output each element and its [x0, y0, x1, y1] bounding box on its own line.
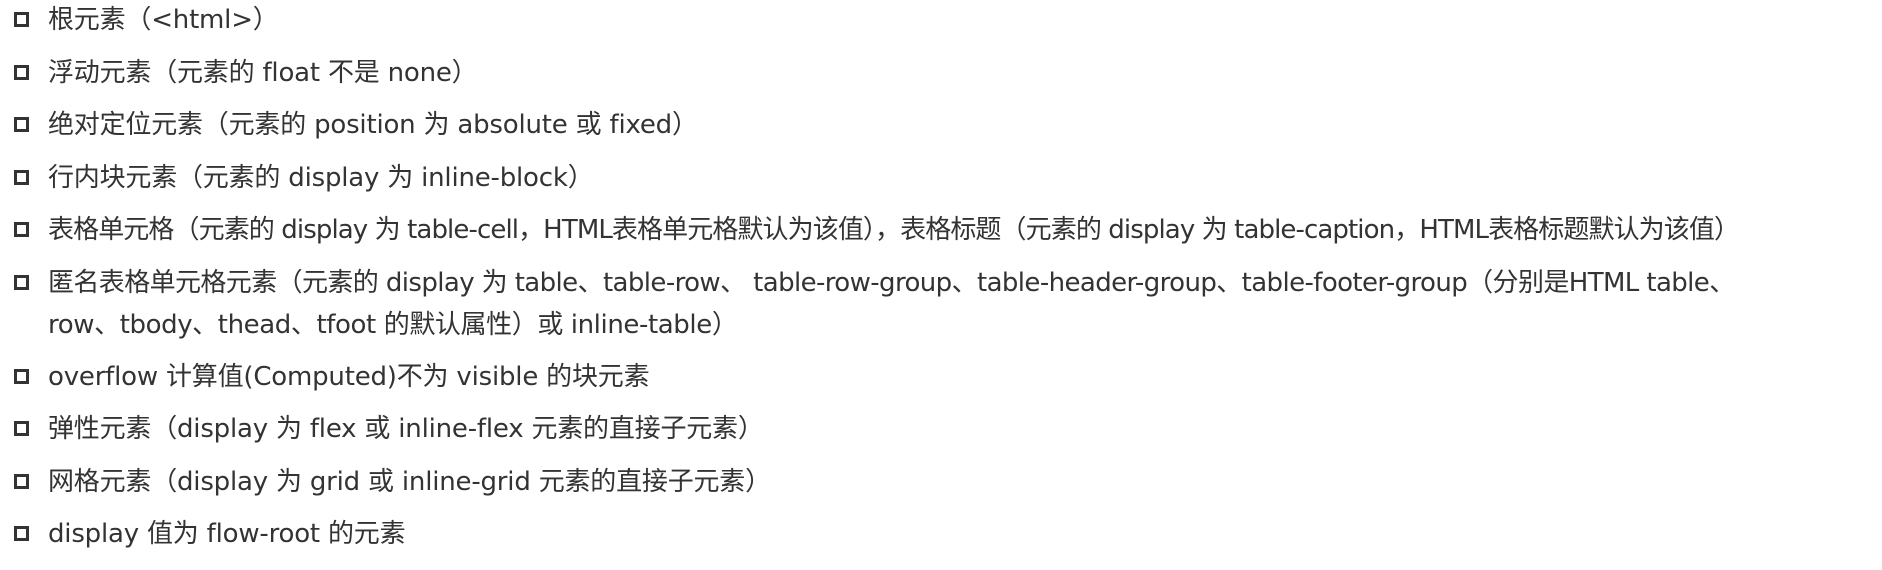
square-bullet-icon	[14, 12, 29, 27]
list-item: 行内块元素（元素的 display 为 inline-block）	[0, 157, 1882, 199]
square-bullet-icon	[14, 474, 29, 489]
list-item-text: overflow 计算值(Computed)不为 visible 的块元素	[48, 362, 650, 392]
square-bullet-icon	[14, 369, 29, 384]
list-item-text: 根元素（<html>）	[48, 5, 279, 35]
list-item-text: 绝对定位元素（元素的 position 为 absolute 或 fixed）	[48, 110, 698, 140]
list-item-text: display 值为 flow-root 的元素	[48, 519, 406, 549]
square-bullet-icon	[14, 117, 29, 132]
list-item: 绝对定位元素（元素的 position 为 absolute 或 fixed）	[0, 104, 1882, 146]
square-bullet-icon	[14, 65, 29, 80]
list-item: 弹性元素（display 为 flex 或 inline-flex 元素的直接子…	[0, 408, 1882, 450]
list-item-text: 匿名表格单元格元素（元素的 display 为 table、table-row、…	[48, 268, 1735, 298]
list-item-text-continued: row、tbody、thead、tfoot 的默认属性）或 inline-tab…	[48, 310, 738, 340]
list-item: overflow 计算值(Computed)不为 visible 的块元素	[0, 356, 1882, 398]
square-bullet-icon	[14, 526, 29, 541]
list-item: 浮动元素（元素的 float 不是 none）	[0, 52, 1882, 94]
list-item: 匿名表格单元格元素（元素的 display 为 table、table-row、…	[0, 262, 1882, 346]
list-item: 表格单元格（元素的 display 为 table-cell，HTML表格单元格…	[0, 209, 1882, 251]
square-bullet-icon	[14, 421, 29, 436]
square-bullet-icon	[14, 222, 29, 237]
list-item: display 值为 flow-root 的元素	[0, 513, 1882, 555]
list-item-text: 网格元素（display 为 grid 或 inline-grid 元素的直接子…	[48, 467, 771, 497]
list-item-text: 行内块元素（元素的 display 为 inline-block）	[48, 163, 594, 193]
list-item: 根元素（<html>）	[0, 0, 1882, 41]
square-bullet-icon	[14, 275, 29, 290]
list-item-text: 弹性元素（display 为 flex 或 inline-flex 元素的直接子…	[48, 414, 764, 444]
list-item-text: 浮动元素（元素的 float 不是 none）	[48, 58, 478, 88]
list-item-text: 表格单元格（元素的 display 为 table-cell，HTML表格单元格…	[48, 215, 1740, 245]
list-item: 网格元素（display 为 grid 或 inline-grid 元素的直接子…	[0, 461, 1882, 503]
square-bullet-icon	[14, 170, 29, 185]
